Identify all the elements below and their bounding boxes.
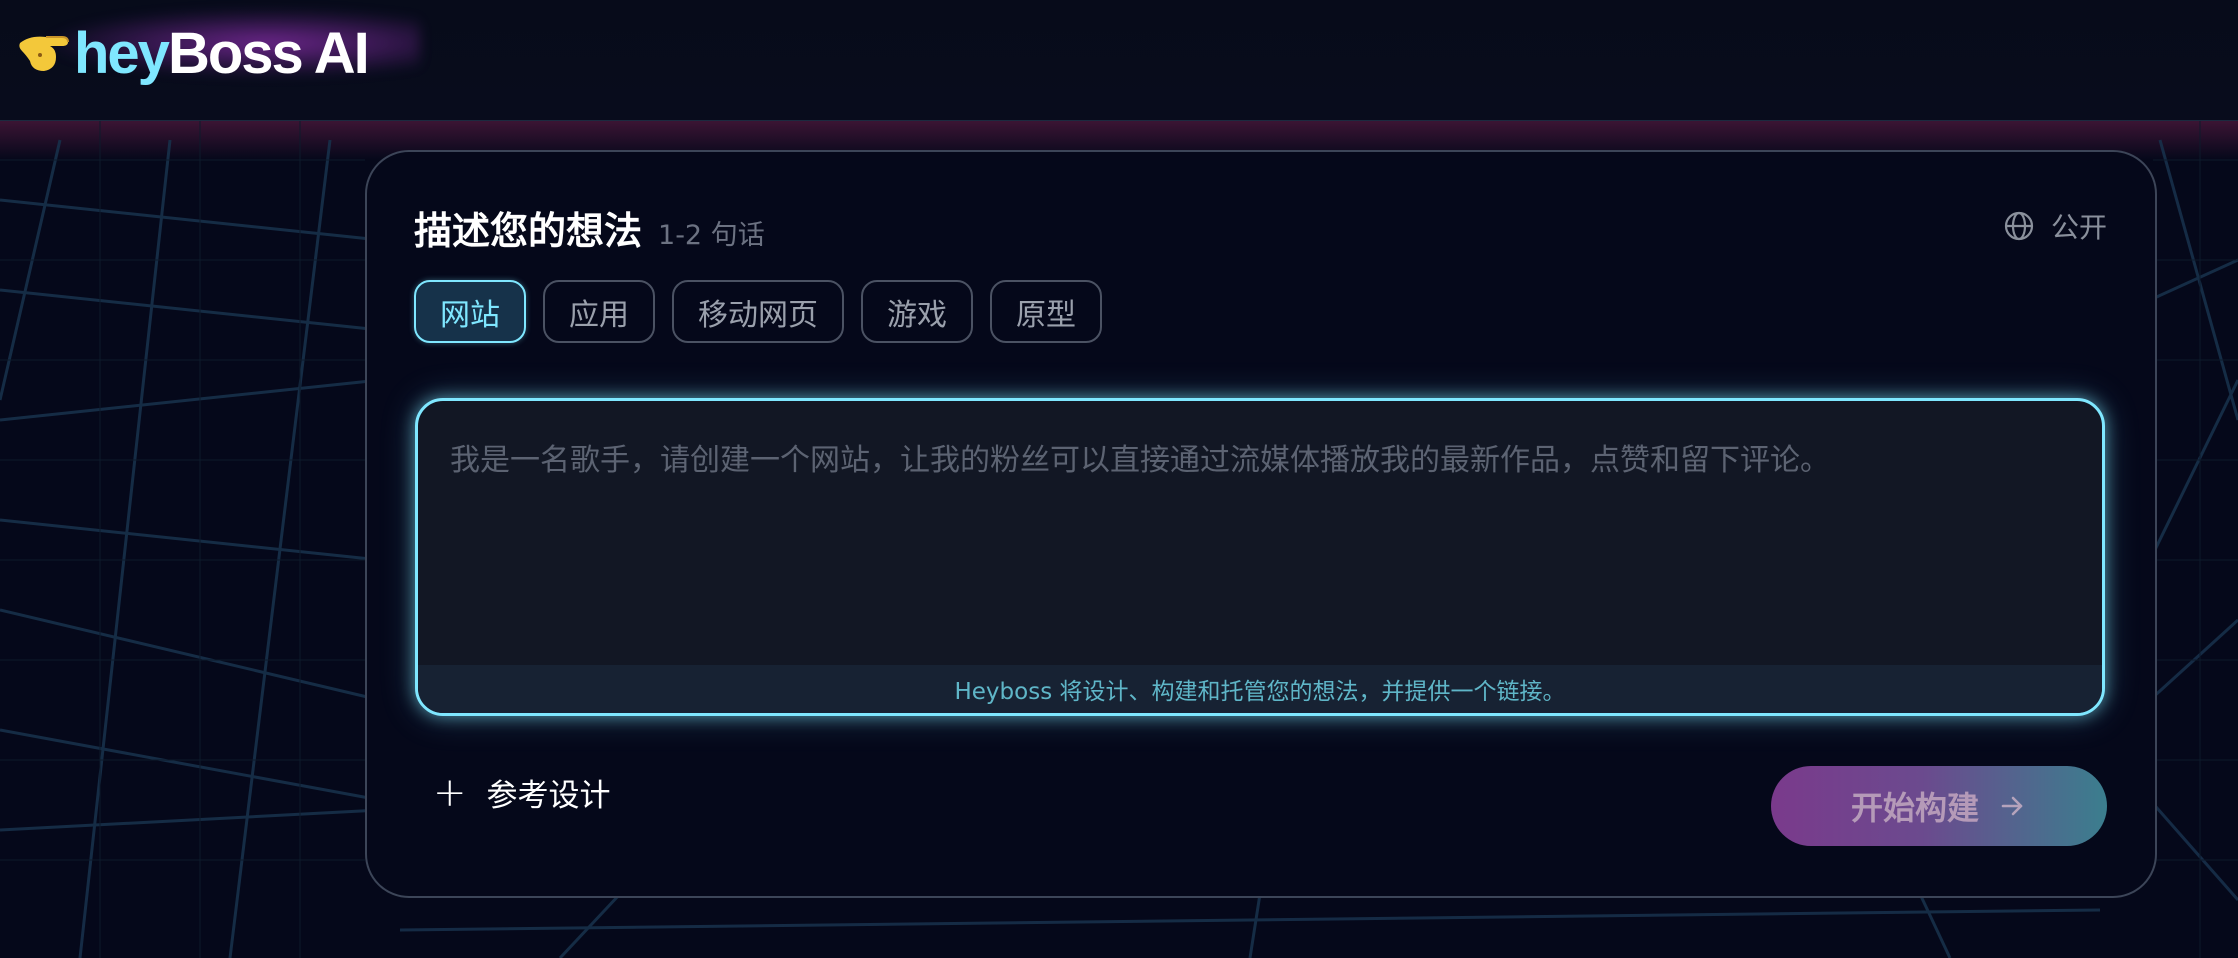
plus-icon: + bbox=[433, 769, 467, 816]
card-title: 描述您的想法 1-2 句话 bbox=[414, 200, 765, 255]
editor-footer-note: Heyboss 将设计、构建和托管您的想法，并提供一个链接。 bbox=[418, 665, 2102, 713]
globe-icon bbox=[2004, 211, 2034, 241]
start-build-button[interactable]: 开始构建 bbox=[1771, 766, 2107, 846]
pointing-hand-icon bbox=[19, 36, 69, 71]
tab-website[interactable]: 网站 bbox=[414, 280, 526, 343]
project-type-tabs: 网站 应用 移动网页 游戏 原型 bbox=[414, 280, 1102, 343]
title-hint: 1-2 句话 bbox=[658, 220, 765, 251]
logo-ai-text: AI bbox=[313, 21, 370, 86]
start-build-label: 开始构建 bbox=[1850, 789, 1979, 827]
top-header: heyBoss AI bbox=[0, 0, 2238, 121]
arrow-right-icon bbox=[2001, 796, 2023, 816]
tab-app[interactable]: 应用 bbox=[543, 280, 655, 343]
idea-input[interactable] bbox=[418, 401, 2102, 666]
reference-design-label: 参考设计 bbox=[486, 778, 611, 814]
tab-mobile-web[interactable]: 移动网页 bbox=[672, 280, 844, 343]
logo-ai: AI bbox=[302, 21, 370, 86]
page-title: 描述您的想法 bbox=[414, 209, 643, 253]
heyboss-logo[interactable]: heyBoss AI bbox=[16, 14, 370, 94]
tab-game[interactable]: 游戏 bbox=[861, 280, 973, 343]
visibility-label: 公开 bbox=[2050, 211, 2107, 244]
logo-hey: hey bbox=[74, 21, 170, 86]
visibility-toggle[interactable]: 公开 bbox=[2003, 206, 2107, 246]
page: heyBoss AI 描述您的想法 1-2 句话 公开 网站 应用 移动网页 游… bbox=[0, 0, 2238, 958]
idea-card: 描述您的想法 1-2 句话 公开 网站 应用 移动网页 游戏 原型 Heybos… bbox=[365, 150, 2157, 898]
logo-wordmark: heyBoss AI bbox=[74, 25, 370, 83]
tab-prototype[interactable]: 原型 bbox=[990, 280, 1102, 343]
prompt-editor: Heyboss 将设计、构建和托管您的想法，并提供一个链接。 bbox=[415, 398, 2105, 716]
logo-boss: Boss bbox=[167, 21, 304, 86]
reference-design-button[interactable]: + 参考设计 bbox=[433, 770, 611, 815]
